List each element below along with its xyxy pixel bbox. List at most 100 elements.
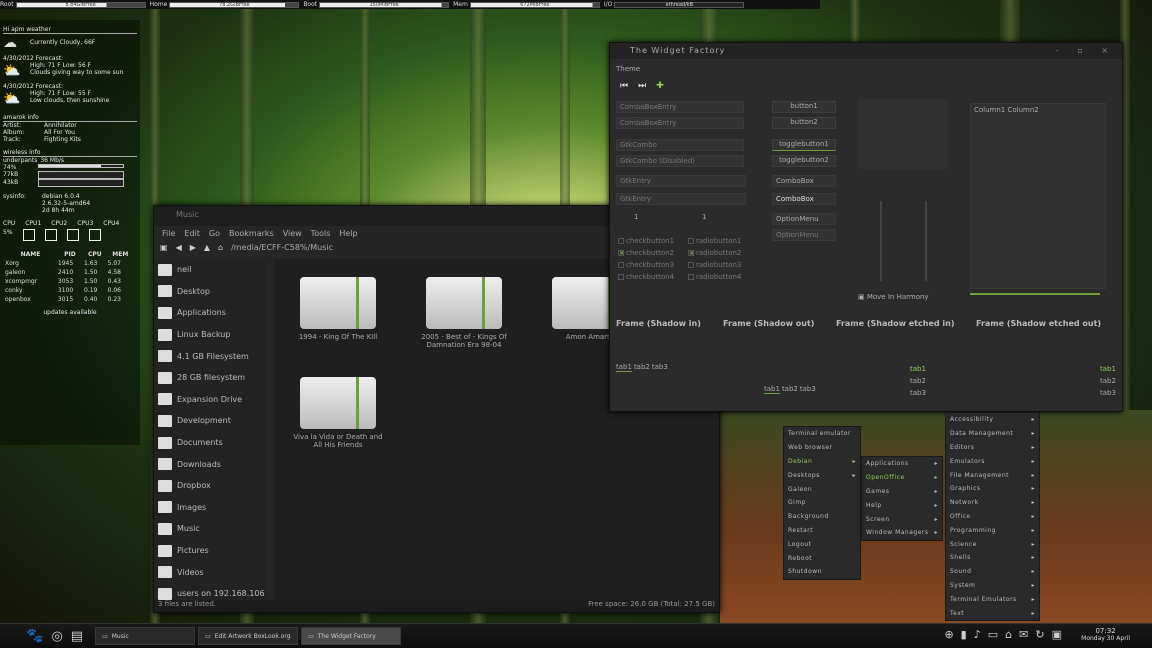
menu-bookmarks[interactable]: Bookmarks xyxy=(229,229,274,238)
sidebar-item[interactable]: Dropbox xyxy=(154,475,266,497)
debian-icon[interactable]: ◎ xyxy=(51,629,62,644)
tabs-left[interactable]: tab1 tab2 tab3 xyxy=(910,363,926,399)
menu-item[interactable]: Emulators ▸ xyxy=(946,454,1039,468)
togglebutton1[interactable]: togglebutton1 xyxy=(772,139,836,151)
sidebar-item[interactable]: Desktop xyxy=(154,281,266,303)
radiobutton[interactable]: radiobutton4 xyxy=(688,271,741,283)
menu-view[interactable]: View xyxy=(283,229,302,238)
tab1-top[interactable]: tab1 xyxy=(616,363,632,372)
folder-item[interactable]: Viva la Vida or Death and All His Friend… xyxy=(288,377,388,449)
menu-item[interactable]: Data Management ▸ xyxy=(946,427,1039,441)
menu-item[interactable]: Logout xyxy=(784,537,860,551)
window-controls[interactable]: - ▫ × xyxy=(1056,46,1116,55)
combobox-2[interactable]: ComboBox xyxy=(772,193,836,205)
menu-item[interactable]: Desktops ▸ xyxy=(784,468,860,482)
menu-item[interactable]: Accessibility ▸ xyxy=(946,413,1039,427)
menu-help[interactable]: Help xyxy=(339,229,357,238)
power-icon[interactable]: ▭ xyxy=(988,628,998,641)
checkbutton[interactable]: ✕ checkbutton2 xyxy=(618,247,674,259)
sidebar-item[interactable]: Downloads xyxy=(154,453,266,475)
menu-item[interactable]: Shutdown xyxy=(784,565,860,579)
tab2-bottom[interactable]: tab2 xyxy=(782,385,798,394)
folder-item[interactable]: 2005 - Best of - Kings Of Damnation Era … xyxy=(414,277,514,349)
tab1-left[interactable]: tab1 xyxy=(910,363,926,375)
option-menu-2[interactable]: OptionMenu xyxy=(772,229,836,241)
tabs-top[interactable]: tab1 tab2 tab3 xyxy=(616,363,668,372)
column1-header[interactable]: Column1 xyxy=(974,106,1005,114)
new-tab-icon[interactable]: ▣ xyxy=(160,243,168,252)
sidebar-item[interactable]: Expansion Drive xyxy=(154,389,266,411)
menu-item[interactable]: Screen ▸ xyxy=(862,512,942,526)
checkbutton[interactable]: checkbutton4 xyxy=(618,271,674,283)
scrolled-area[interactable] xyxy=(858,99,948,169)
taskbar-button[interactable]: ▭ Music xyxy=(95,627,196,645)
gnome-foot-icon[interactable]: 🐾 xyxy=(26,628,43,644)
spin-button-1[interactable]: 1 xyxy=(634,213,638,221)
chat-icon[interactable]: ✉ xyxy=(1019,628,1028,641)
radiobutton[interactable]: radiobutton3 xyxy=(688,259,741,271)
menu-item[interactable]: Network ▸ xyxy=(946,496,1039,510)
menu-item[interactable]: Help ▸ xyxy=(862,498,942,512)
menu-edit[interactable]: Edit xyxy=(184,229,200,238)
spin-button-2[interactable]: 1 xyxy=(702,213,706,221)
volume-icon[interactable]: ♪ xyxy=(974,628,981,641)
sidebar-item[interactable]: Applications xyxy=(154,302,266,324)
combo-box-entry-2[interactable]: ComboBoxEntry xyxy=(616,117,744,129)
menu-item[interactable]: Restart xyxy=(784,524,860,538)
menu-item[interactable]: Science ▸ xyxy=(946,537,1039,551)
column2-header[interactable]: Column2 xyxy=(1008,106,1039,114)
forward-icon[interactable]: ▶ xyxy=(190,243,196,252)
menu-item[interactable]: OpenOffice ▸ xyxy=(862,471,942,485)
menu-item[interactable]: Games ▸ xyxy=(862,485,942,499)
taskbar-button[interactable]: ▭ The Widget Factory xyxy=(301,627,402,645)
back-icon[interactable]: ◀ xyxy=(176,243,182,252)
widget-factory-window[interactable]: The Widget Factory - ▫ × Theme ⏮⏭✚ Combo… xyxy=(609,42,1123,412)
menu-item[interactable]: Sound ▸ xyxy=(946,565,1039,579)
togglebutton2[interactable]: togglebutton2 xyxy=(772,155,836,167)
radiobutton[interactable]: radiobutton1 xyxy=(688,235,741,247)
battery-icon[interactable]: ▮ xyxy=(961,628,967,641)
option-menu-1[interactable]: OptionMenu xyxy=(772,213,836,225)
sidebar-item[interactable]: Documents xyxy=(154,432,266,454)
checkbutton[interactable]: checkbutton1 xyxy=(618,235,674,247)
tabs-right[interactable]: tab1 tab2 tab3 xyxy=(1100,363,1116,399)
menu-item[interactable]: Web browser xyxy=(784,441,860,455)
toolbar-icons[interactable]: ⏮⏭✚ xyxy=(620,81,674,91)
network-icon[interactable]: ⊕ xyxy=(944,628,953,641)
combo-box-entry-1[interactable]: ComboBoxEntry xyxy=(616,101,744,113)
menu-tools[interactable]: Tools xyxy=(311,229,331,238)
menu-item[interactable]: Shells ▸ xyxy=(946,551,1039,565)
menu-go[interactable]: Go xyxy=(209,229,220,238)
sidebar-item[interactable]: Pictures xyxy=(154,540,266,562)
up-icon[interactable]: ▲ xyxy=(204,243,210,252)
menu-item[interactable]: Graphics ▸ xyxy=(946,482,1039,496)
tab2-right[interactable]: tab2 xyxy=(1100,375,1116,387)
tab1-bottom[interactable]: tab1 xyxy=(764,385,780,394)
combobox-1[interactable]: ComboBox xyxy=(772,175,836,187)
sidebar-item[interactable]: Images xyxy=(154,497,266,519)
tab2-left[interactable]: tab2 xyxy=(910,375,926,387)
vertical-slider-1[interactable] xyxy=(880,201,882,281)
menu-item[interactable]: Background xyxy=(784,510,860,524)
harmony-check[interactable]: ▣ Move In Harmony xyxy=(858,293,929,301)
home-icon[interactable]: ⌂ xyxy=(218,243,223,252)
menu-item[interactable]: Editors ▸ xyxy=(946,441,1039,455)
tab3-left[interactable]: tab3 xyxy=(910,387,926,399)
harmony-slider[interactable] xyxy=(970,293,1100,295)
tab2-top[interactable]: tab2 xyxy=(634,363,650,372)
folder-item[interactable]: 1994 - King Of The Kill xyxy=(288,277,388,341)
button1[interactable]: button1 xyxy=(772,101,836,113)
menu-item[interactable]: Window Managers ▸ xyxy=(862,526,942,540)
menu-item[interactable]: Reboot xyxy=(784,551,860,565)
menu-item[interactable]: Programming ▸ xyxy=(946,523,1039,537)
home-tray-icon[interactable]: ⌂ xyxy=(1005,628,1012,641)
button2[interactable]: button2 xyxy=(772,117,836,129)
vertical-slider-2[interactable] xyxy=(925,201,927,281)
menu-item[interactable]: Galeon xyxy=(784,482,860,496)
radiobutton[interactable]: ✕ radiobutton2 xyxy=(688,247,741,259)
menu-item[interactable]: System ▸ xyxy=(946,579,1039,593)
menu-item[interactable]: Debian ▸ xyxy=(784,455,860,469)
tab3-top[interactable]: tab3 xyxy=(652,363,668,372)
tab3-bottom[interactable]: tab3 xyxy=(800,385,816,394)
menu-item[interactable]: File Management ▸ xyxy=(946,468,1039,482)
